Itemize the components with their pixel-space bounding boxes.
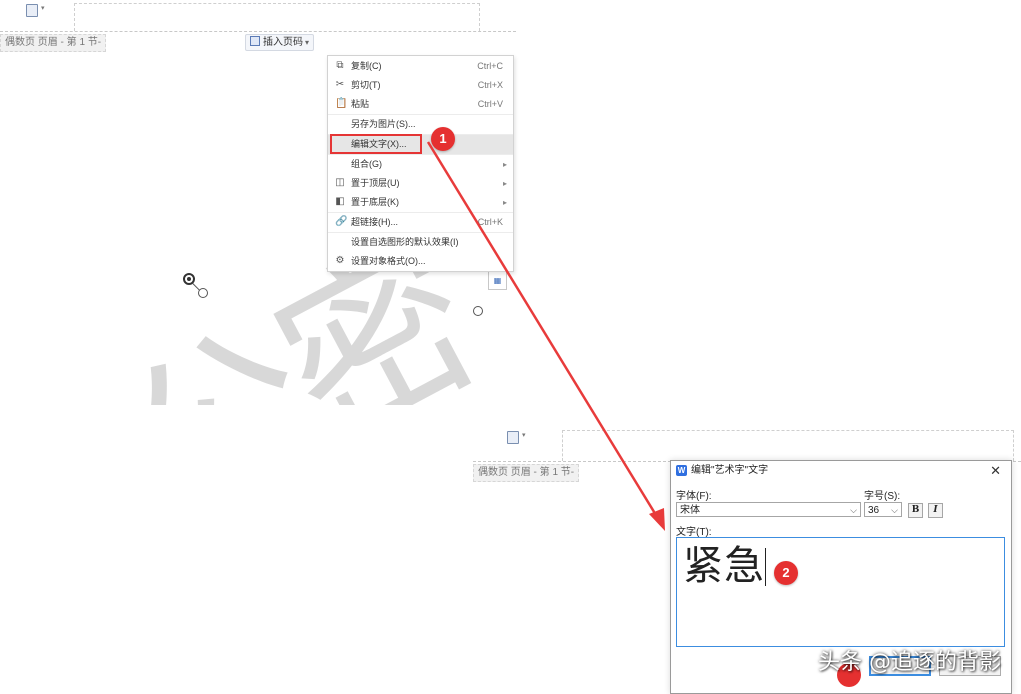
menu-item-label: 设置自选图形的默认效果(I) xyxy=(351,237,459,247)
size-select-value: 36 xyxy=(868,505,880,516)
chevron-down-icon: ▾ xyxy=(41,5,45,12)
send-to-back-icon: ◧ xyxy=(335,196,345,207)
page-number-icon xyxy=(250,36,260,46)
menu-item-label: 剪切(T) xyxy=(351,80,381,90)
link-icon: 🔗 xyxy=(335,216,348,227)
menu-item-hyperlink[interactable]: 🔗 超链接(H)... Ctrl+K xyxy=(328,213,513,232)
submenu-arrow-icon: ▸ xyxy=(502,198,507,207)
menu-item-set-default-effect[interactable]: 设置自选图形的默认效果(I) xyxy=(328,233,513,252)
wordart-text-input[interactable]: 紧急 xyxy=(676,537,1005,647)
header-section-tag: 偶数页 页眉 - 第 1 节- xyxy=(0,34,107,52)
bring-to-front-icon: ◫ xyxy=(335,177,345,188)
arrow-head xyxy=(649,508,665,531)
dialog-title-bar: W 编辑"艺术字"文字 ✕ xyxy=(671,461,1011,481)
menu-item-save-as-image[interactable]: 另存为图片(S)... xyxy=(328,115,513,134)
italic-button[interactable]: I xyxy=(928,503,943,518)
layout-options-icon[interactable]: ▦ xyxy=(488,271,507,290)
submenu-arrow-icon: ▸ xyxy=(502,160,507,169)
chevron-down-icon: ⌵ xyxy=(850,505,857,515)
wordart-text-value: 紧急 xyxy=(683,543,765,589)
step-badge-1: 1 xyxy=(431,127,455,151)
text-label: 文字(T): xyxy=(676,527,712,538)
step-badge-2: 2 xyxy=(774,561,798,585)
header-content-box xyxy=(562,430,1014,461)
font-select[interactable]: 宋体 ⌵ xyxy=(676,502,861,517)
menu-item-label: 置于顶层(U) xyxy=(351,178,400,188)
insert-page-number-label: 插入页码 xyxy=(263,37,303,48)
app-logo-icon: W xyxy=(676,465,687,476)
format-object-icon: ⚙ xyxy=(335,255,345,266)
menu-item-shortcut: Ctrl+V xyxy=(477,99,503,109)
chevron-down-icon: ▾ xyxy=(522,432,526,439)
menu-item-send-to-back[interactable]: ◧ 置于底层(K) ▸ xyxy=(328,193,513,212)
document-icon xyxy=(26,4,38,17)
scissors-icon: ✂ xyxy=(335,79,345,90)
submenu-arrow-icon: ▸ xyxy=(502,179,507,188)
menu-item-label: 另存为图片(S)... xyxy=(351,119,416,129)
menu-item-label: 超链接(H)... xyxy=(351,217,398,227)
close-icon[interactable]: ✕ xyxy=(990,461,1001,481)
dialog-title: 编辑"艺术字"文字 xyxy=(691,465,769,476)
menu-item-label: 复制(C) xyxy=(351,61,382,71)
menu-item-bring-to-front[interactable]: ◫ 置于顶层(U) ▸ xyxy=(328,174,513,193)
paste-icon: 📋 xyxy=(335,98,348,109)
menu-item-copy[interactable]: ⧉ 复制(C) Ctrl+C xyxy=(328,57,513,76)
header-divider xyxy=(0,31,516,32)
font-select-value: 宋体 xyxy=(680,505,700,516)
menu-item-format-object[interactable]: ⚙ 设置对象格式(O)... xyxy=(328,252,513,271)
size-label: 字号(S): xyxy=(864,491,901,502)
menu-item-label: 粘贴 xyxy=(351,99,370,109)
bold-button[interactable]: B xyxy=(908,503,923,518)
copy-icon: ⧉ xyxy=(336,60,344,71)
menu-item-shortcut: Ctrl+C xyxy=(477,61,503,71)
menu-item-cut[interactable]: ✂ 剪切(T) Ctrl+X xyxy=(328,76,513,95)
size-select[interactable]: 36 ⌵ xyxy=(864,502,902,517)
menu-item-paste[interactable]: 📋 粘贴 Ctrl+V xyxy=(328,95,513,114)
menu-item-label: 设置对象格式(O)... xyxy=(351,256,426,266)
menu-item-label: 组合(G) xyxy=(351,159,382,169)
insert-page-number-button[interactable]: 插入页码 ▾ xyxy=(245,34,315,51)
menu-item-shortcut: Ctrl+K xyxy=(477,217,503,227)
header-content-box xyxy=(74,3,480,31)
menu-item-label: 置于底层(K) xyxy=(351,197,399,207)
credit-watermark: 头条 @追逐的背影 xyxy=(818,650,1001,675)
font-label: 字体(F): xyxy=(676,491,712,502)
menu-item-shortcut: Ctrl+X xyxy=(477,80,503,90)
text-cursor xyxy=(765,548,766,586)
chevron-down-icon: ⌵ xyxy=(891,505,898,515)
header-section-tag: 偶数页 页眉 - 第 1 节- xyxy=(473,464,580,482)
document-icon xyxy=(507,431,519,444)
chevron-down-icon: ▾ xyxy=(305,38,310,47)
highlight-box xyxy=(330,134,422,154)
menu-item-group[interactable]: 组合(G) ▸ xyxy=(328,155,513,174)
resize-handle[interactable] xyxy=(198,288,208,298)
resize-handle[interactable] xyxy=(473,306,483,316)
context-menu: ⧉ 复制(C) Ctrl+C ✂ 剪切(T) Ctrl+X 📋 粘贴 Ctrl+… xyxy=(327,55,514,272)
